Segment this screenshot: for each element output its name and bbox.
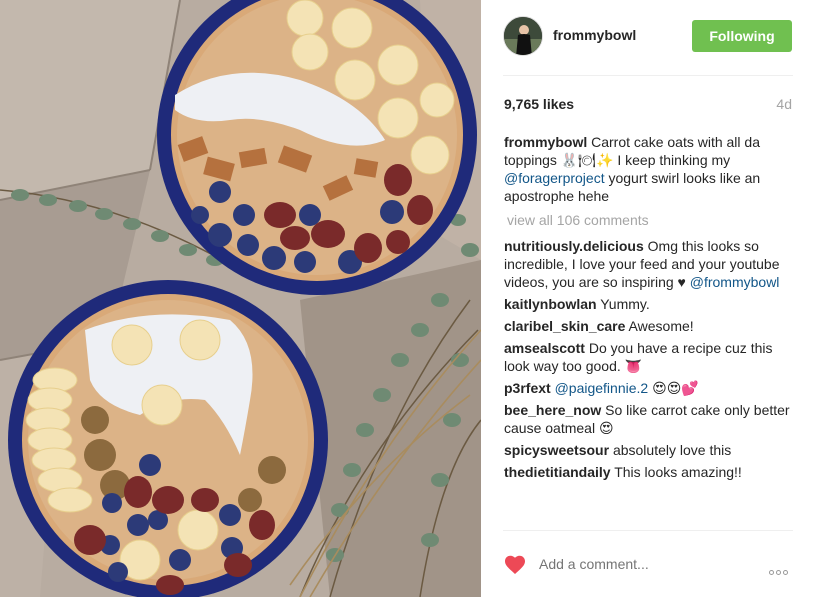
following-button[interactable]: Following bbox=[692, 20, 792, 52]
comment-item: kaitlynbowlan Yummy. bbox=[504, 295, 794, 313]
caption-mention[interactable]: @foragerproject bbox=[504, 170, 605, 186]
comment-item: claribel_skin_care Awesome! bbox=[504, 317, 794, 335]
comment-username[interactable]: kaitlynbowlan bbox=[504, 296, 597, 312]
comment-item: nutritiously.delicious Omg this looks so… bbox=[504, 237, 794, 291]
caption-username[interactable]: frommybowl bbox=[504, 134, 587, 150]
profile-picture bbox=[504, 17, 542, 55]
comment-text: Awesome! bbox=[628, 318, 694, 334]
oatmeal-bowls-image bbox=[0, 0, 481, 597]
dot-icon bbox=[769, 570, 774, 575]
post-header: frommybowl Following bbox=[503, 16, 795, 56]
heart-icon[interactable] bbox=[503, 553, 527, 575]
comment-username[interactable]: p3rfext bbox=[504, 380, 551, 396]
add-comment-input[interactable] bbox=[539, 556, 739, 572]
comment-username[interactable]: bee_here_now bbox=[504, 402, 601, 418]
post-photo[interactable] bbox=[0, 0, 481, 597]
comment-text: 😍😍💕 bbox=[652, 380, 699, 396]
comment-item: spicysweetsour absolutely love this bbox=[504, 441, 794, 459]
more-options-icon[interactable] bbox=[769, 562, 793, 575]
comment-text: Yummy. bbox=[600, 296, 650, 312]
comment-footer bbox=[503, 550, 795, 578]
comment-text: This looks amazing!! bbox=[614, 464, 742, 480]
post-username[interactable]: frommybowl bbox=[553, 27, 636, 43]
footer-divider bbox=[503, 530, 793, 531]
post-details-panel: frommybowl Following 9,765 likes 4d from… bbox=[481, 0, 816, 597]
comment-username[interactable]: nutritiously.delicious bbox=[504, 238, 644, 254]
comment-username[interactable]: spicysweetsour bbox=[504, 442, 609, 458]
avatar[interactable] bbox=[503, 16, 543, 56]
caption: frommybowl Carrot cake oats with all da … bbox=[504, 133, 794, 205]
comment-username[interactable]: thedietitiandaily bbox=[504, 464, 611, 480]
comment-item: p3rfext @paigefinnie.2 😍😍💕 bbox=[504, 379, 794, 397]
dot-icon bbox=[783, 570, 788, 575]
comment-username[interactable]: amsealscott bbox=[504, 340, 585, 356]
comment-mention[interactable]: @frommybowl bbox=[690, 274, 780, 290]
dot-icon bbox=[776, 570, 781, 575]
comment-item: thedietitiandaily This looks amazing!! bbox=[504, 463, 794, 481]
post-age[interactable]: 4d bbox=[776, 96, 792, 112]
comment-mention[interactable]: @paigefinnie.2 bbox=[555, 380, 649, 396]
comment-text: absolutely love this bbox=[612, 442, 732, 458]
comment-item: bee_here_now So like carrot cake only be… bbox=[504, 401, 794, 437]
comments-list: frommybowl Carrot cake oats with all da … bbox=[504, 133, 794, 485]
likes-count[interactable]: 9,765 likes bbox=[504, 96, 574, 112]
comment-item: amsealscott Do you have a recipe cuz thi… bbox=[504, 339, 794, 375]
comment-username[interactable]: claribel_skin_care bbox=[504, 318, 625, 334]
header-divider bbox=[503, 75, 793, 76]
view-all-comments-link[interactable]: view all 106 comments bbox=[504, 211, 794, 229]
